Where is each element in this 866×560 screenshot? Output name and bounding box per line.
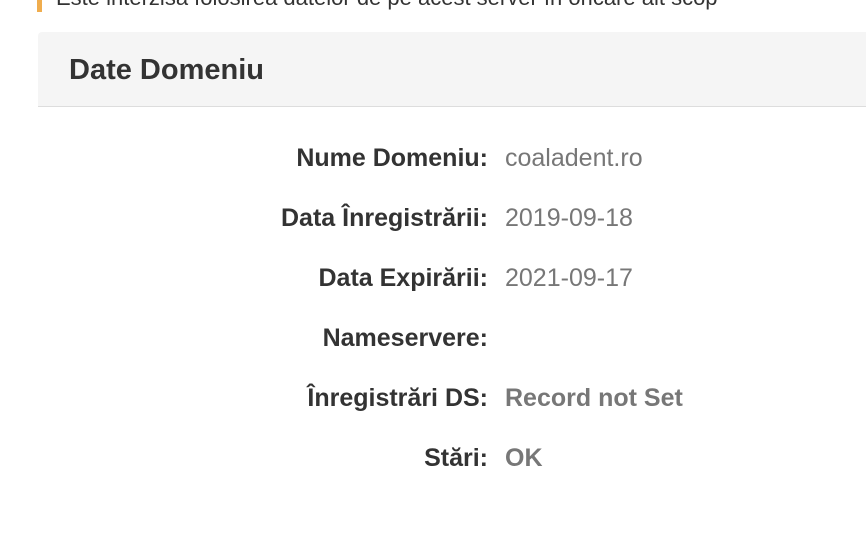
domain-details-list: Nume Domeniu: coaladent.ro Data Înregist… <box>38 128 866 488</box>
statuses-label: Stări: <box>424 443 488 472</box>
nameservers-label: Nameservere: <box>322 323 488 352</box>
row-registration-date: Data Înregistrării: 2019-09-18 <box>38 188 866 248</box>
ds-records-label: Înregistrări DS: <box>307 383 488 412</box>
domain-data-panel: Date Domeniu Nume Domeniu: coaladent.ro … <box>38 32 866 552</box>
panel-heading: Date Domeniu <box>38 32 866 107</box>
row-statuses: Stări: OK <box>38 428 866 488</box>
row-domain-name: Nume Domeniu: coaladent.ro <box>38 128 866 188</box>
notice-banner: Este interzisă folosirea datelor de pe a… <box>37 0 866 12</box>
expiration-date-label: Data Expirării: <box>318 263 488 292</box>
row-ds-records: Înregistrări DS: Record not Set <box>38 368 866 428</box>
registration-date-value: 2019-09-18 <box>505 203 633 232</box>
row-expiration-date: Data Expirării: 2021-09-17 <box>38 248 866 308</box>
registration-date-label: Data Înregistrării: <box>280 203 488 232</box>
page: Este interzisă folosirea datelor de pe a… <box>0 0 866 560</box>
ds-records-value: Record not Set <box>505 383 683 412</box>
notice-text: Este interzisă folosirea datelor de pe a… <box>56 0 718 10</box>
expiration-date-value: 2021-09-17 <box>505 263 633 292</box>
domain-name-label: Nume Domeniu: <box>296 143 488 172</box>
row-nameservers: Nameservere: <box>38 308 866 368</box>
statuses-value: OK <box>505 443 543 472</box>
domain-name-value: coaladent.ro <box>505 143 643 172</box>
panel-title: Date Domeniu <box>69 54 264 86</box>
